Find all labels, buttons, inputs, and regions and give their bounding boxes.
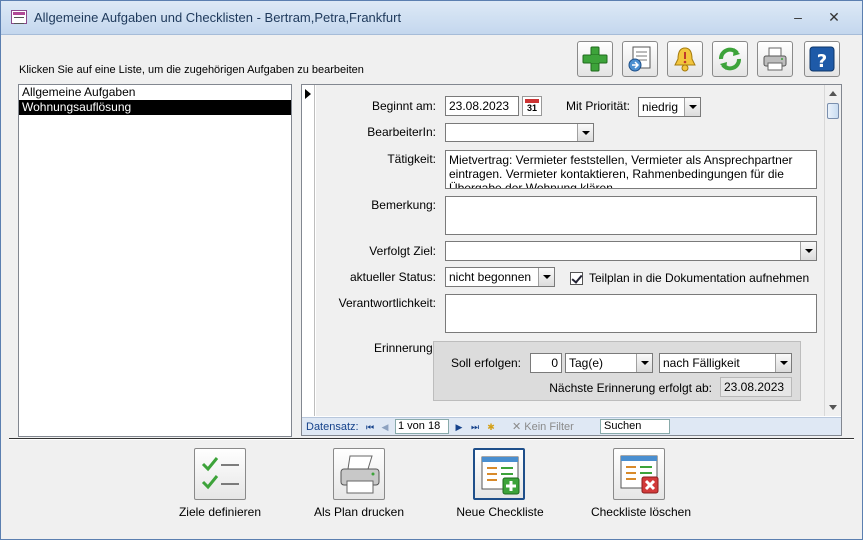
help-icon: ? bbox=[809, 46, 835, 72]
reminder-button[interactable] bbox=[667, 41, 703, 77]
delete-checklist-label: Checkliste löschen bbox=[590, 505, 692, 519]
chevron-down-icon[interactable] bbox=[577, 124, 593, 141]
goal-label: Verfolgt Ziel: bbox=[369, 244, 436, 258]
new-checklist-button[interactable] bbox=[473, 448, 525, 500]
record-navigation-bar: Datensatz: ⏮ ◀ 1 von 18 ▶ ⏭ ✱ ✕ Kein Fil… bbox=[302, 417, 841, 435]
delete-checklist-button[interactable] bbox=[613, 448, 665, 500]
reminder-next-value: 23.08.2023 bbox=[720, 377, 792, 397]
filter-label: Kein Filter bbox=[524, 421, 574, 433]
app-form-icon bbox=[11, 10, 27, 24]
first-record-icon[interactable]: ⏮ bbox=[365, 422, 375, 432]
reminder-next-label: Nächste Erinnerung erfolgt ab: bbox=[549, 381, 712, 395]
new-checklist-label: Neue Checkliste bbox=[456, 505, 544, 519]
refresh-button[interactable] bbox=[712, 41, 748, 77]
priority-dropdown[interactable]: niedrig bbox=[638, 97, 701, 117]
record-label: Datensatz: bbox=[306, 421, 359, 433]
priority-label: Mit Priorität: bbox=[565, 99, 630, 113]
responsibility-textarea[interactable] bbox=[445, 294, 817, 333]
activity-label: Tätigkeit: bbox=[387, 152, 436, 166]
remark-label: Bemerkung: bbox=[371, 198, 436, 212]
section-divider bbox=[9, 438, 854, 440]
record-search-field[interactable]: Suchen bbox=[600, 419, 670, 434]
minimize-button[interactable]: – bbox=[787, 7, 809, 27]
reminder-group: Soll erfolgen: 0 Tag(e) nach Fälligkeit … bbox=[433, 341, 801, 401]
task-subform: Beginnt am: 23.08.2023 31 Mit Priorität:… bbox=[301, 84, 842, 436]
goal-dropdown[interactable] bbox=[445, 241, 817, 261]
svg-text:?: ? bbox=[817, 51, 827, 72]
filter-off-icon: ✕ bbox=[512, 421, 522, 433]
subplan-checkbox[interactable] bbox=[570, 272, 583, 285]
export-button[interactable] bbox=[622, 41, 658, 77]
reminder-relation-dropdown[interactable]: nach Fälligkeit bbox=[659, 353, 792, 373]
chevron-down-icon[interactable] bbox=[684, 98, 700, 116]
current-record-arrow-icon bbox=[305, 89, 311, 99]
chevron-down-icon[interactable] bbox=[538, 268, 554, 286]
activity-textarea[interactable]: Mietvertrag: Vermieter feststellen, Verm… bbox=[445, 150, 817, 189]
status-label: aktueller Status: bbox=[349, 270, 436, 284]
subplan-label: Teilplan in die Dokumentation aufnehmen bbox=[589, 271, 810, 285]
reminder-label: Erinnerung: bbox=[373, 341, 436, 355]
printer-icon bbox=[340, 455, 380, 494]
form-client-area: ? Klicken Sie auf eine Liste, um die zug… bbox=[9, 36, 854, 533]
record-position-field[interactable]: 1 von 18 bbox=[395, 419, 449, 434]
close-button[interactable]: ✕ bbox=[823, 7, 845, 27]
previous-record-icon[interactable]: ◀ bbox=[380, 422, 390, 432]
assignee-label: BearbeiterIn: bbox=[367, 125, 436, 139]
calendar-day: 31 bbox=[526, 103, 537, 113]
next-record-icon[interactable]: ▶ bbox=[454, 422, 464, 432]
export-icon bbox=[628, 46, 651, 72]
app-window: Allgemeine Aufgaben und Checklisten - Be… bbox=[0, 0, 863, 540]
subform-scrollbar[interactable] bbox=[824, 85, 841, 416]
window-title: Allgemeine Aufgaben und Checklisten - Be… bbox=[34, 10, 402, 25]
print-plan-button[interactable] bbox=[333, 448, 385, 500]
print-plan-label: Als Plan drucken bbox=[313, 505, 405, 519]
begin-date-field[interactable]: 23.08.2023 bbox=[445, 96, 519, 116]
reminder-due-label: Soll erfolgen: bbox=[450, 356, 521, 370]
list-item-selected[interactable]: Wohnungsauflösung bbox=[19, 100, 291, 115]
priority-value: niedrig bbox=[642, 100, 679, 114]
last-record-icon[interactable]: ⏭ bbox=[470, 422, 480, 432]
begin-label: Beginnt am: bbox=[371, 99, 436, 113]
print-button[interactable] bbox=[757, 41, 793, 77]
calendar-picker[interactable]: 31 bbox=[522, 96, 542, 116]
add-icon bbox=[582, 46, 608, 72]
help-button[interactable]: ? bbox=[804, 41, 840, 77]
chevron-down-icon[interactable] bbox=[775, 354, 791, 372]
record-selector[interactable] bbox=[302, 85, 315, 416]
status-dropdown[interactable]: nicht begonnen bbox=[445, 267, 555, 287]
define-goals-label: Ziele definieren bbox=[178, 505, 262, 519]
checklist-icon bbox=[201, 457, 239, 490]
chevron-down-icon[interactable] bbox=[636, 354, 652, 372]
remark-textarea[interactable] bbox=[445, 196, 817, 235]
checklist-listbox[interactable]: Allgemeine Aufgaben Wohnungsauflösung bbox=[18, 84, 292, 437]
reminder-unit-dropdown[interactable]: Tag(e) bbox=[565, 353, 653, 373]
delete-checklist-icon bbox=[620, 455, 659, 494]
filter-toggle[interactable]: ✕ Kein Filter bbox=[512, 420, 574, 434]
define-goals-button[interactable] bbox=[194, 448, 246, 500]
reminder-unit-value: Tag(e) bbox=[569, 356, 604, 370]
scroll-thumb[interactable] bbox=[827, 103, 839, 119]
reminder-amount-field[interactable]: 0 bbox=[530, 353, 562, 373]
list-item[interactable]: Allgemeine Aufgaben bbox=[19, 85, 291, 100]
assignee-dropdown[interactable] bbox=[445, 123, 594, 142]
new-record-icon[interactable]: ✱ bbox=[486, 422, 496, 432]
print-icon bbox=[763, 47, 787, 71]
chevron-down-icon[interactable] bbox=[800, 242, 816, 260]
scroll-down-icon[interactable] bbox=[829, 405, 837, 410]
refresh-icon bbox=[719, 47, 741, 71]
add-task-button[interactable] bbox=[577, 41, 613, 77]
instruction-text: Klicken Sie auf eine Liste, um die zugeh… bbox=[19, 64, 364, 76]
task-detail-section: Beginnt am: 23.08.2023 31 Mit Priorität:… bbox=[316, 85, 824, 416]
responsibility-label: Verantwortlichkeit: bbox=[338, 296, 436, 310]
scroll-up-icon[interactable] bbox=[829, 91, 837, 96]
alarm-bell-icon bbox=[674, 47, 696, 72]
status-value: nicht begonnen bbox=[449, 270, 532, 284]
title-bar: Allgemeine Aufgaben und Checklisten - Be… bbox=[1, 1, 862, 35]
new-checklist-icon bbox=[481, 456, 520, 495]
reminder-relation-value: nach Fälligkeit bbox=[663, 356, 740, 370]
